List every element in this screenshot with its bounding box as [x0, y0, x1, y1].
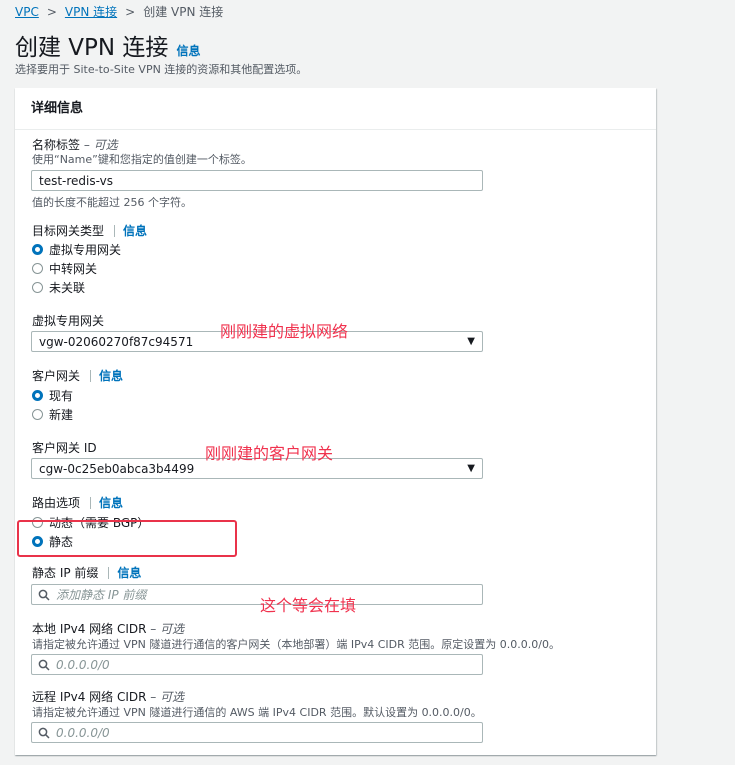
divider [90, 369, 92, 382]
customer-gateway-label: 客户网关 信息 [32, 367, 123, 384]
chevron-right-icon: > [46, 4, 57, 19]
radio-option-existing[interactable]: 现有 [32, 386, 73, 405]
routing-options-info-link[interactable]: 信息 [99, 494, 123, 511]
routing-options-label-text: 路由选项 [32, 496, 81, 510]
radio-unselected-icon[interactable] [32, 263, 43, 274]
select-value: cgw-0c25eb0abca3b4499 [39, 461, 195, 476]
select-value: vgw-02060270f87c94571 [39, 334, 194, 349]
page-title-row: 创建 VPN 连接 信息 [15, 28, 200, 62]
customer-gateway-id-label: 客户网关 ID [32, 441, 97, 455]
divider [108, 566, 110, 579]
target-gateway-type-label: 目标网关类型 信息 [32, 222, 147, 239]
input-placeholder: 0.0.0.0/0 [56, 657, 110, 672]
local-cidr-label-text: 本地 IPv4 网络 CIDR [32, 622, 147, 636]
customer-gateway-radio-group: 现有 新建 [32, 386, 73, 424]
input-placeholder: 0.0.0.0/0 [56, 725, 110, 740]
optional-text: – 可选 [146, 622, 185, 636]
remote-cidr-input[interactable]: 0.0.0.0/0 [31, 722, 483, 743]
local-cidr-description: 请指定被允许通过 VPN 隧道进行通信的客户网关（本地部署）端 IPv4 CID… [32, 638, 560, 651]
target-gateway-type-label-text: 目标网关类型 [32, 224, 105, 238]
caret-down-icon: ▼ [467, 463, 475, 474]
radio-option-not-associated[interactable]: 未关联 [32, 278, 121, 297]
name-tag-input[interactable] [31, 170, 483, 191]
virtual-private-gateway-label: 虚拟专用网关 [32, 314, 105, 328]
radio-label: 现有 [49, 389, 74, 403]
remote-cidr-description: 请指定被允许通过 VPN 隧道进行通信的 AWS 端 IPv4 CIDR 范围。… [32, 706, 482, 719]
radio-label: 未关联 [49, 281, 86, 295]
annotation-vgw: 刚刚建的虚拟网络 [220, 322, 349, 341]
remote-cidr-label-text: 远程 IPv4 网络 CIDR [32, 690, 147, 704]
divider [90, 496, 92, 509]
search-icon [38, 727, 50, 739]
static-ip-prefixes-label: 静态 IP 前缀 信息 [32, 564, 141, 581]
panel-header: 详细信息 [15, 88, 656, 130]
name-tag-description: 使用“Name”键和您指定的值创建一个标签。 [32, 153, 252, 166]
search-icon [38, 659, 50, 671]
name-tag-constraint: 值的长度不能超过 256 个字符。 [32, 196, 192, 209]
annotation-prefix: 这个等会在填 [260, 596, 357, 615]
breadcrumb-vpc[interactable]: VPC [15, 5, 39, 19]
page-info-link[interactable]: 信息 [176, 42, 200, 59]
radio-label: 中转网关 [49, 262, 98, 276]
search-icon [38, 589, 50, 601]
static-ip-prefixes-input[interactable]: 添加静态 IP 前缀 [31, 584, 483, 605]
remote-cidr-label: 远程 IPv4 网络 CIDR – 可选 [32, 688, 184, 705]
radio-unselected-icon[interactable] [32, 409, 43, 420]
annotation-highlight-box [17, 520, 237, 557]
local-cidr-label: 本地 IPv4 网络 CIDR – 可选 [32, 620, 184, 637]
customer-gateway-info-link[interactable]: 信息 [99, 367, 123, 384]
radio-label: 新建 [49, 408, 74, 422]
radio-option-transit-gateway[interactable]: 中转网关 [32, 259, 121, 278]
customer-gateway-label-text: 客户网关 [32, 369, 81, 383]
name-tag-label-text: 名称标签 [32, 138, 81, 152]
target-gateway-type-info-link[interactable]: 信息 [123, 222, 147, 239]
routing-options-label: 路由选项 信息 [32, 494, 123, 511]
static-ip-prefixes-info-link[interactable]: 信息 [117, 564, 141, 581]
breadcrumb: VPC > VPN 连接 > 创建 VPN 连接 [15, 3, 223, 20]
chevron-right-icon: > [125, 4, 136, 19]
radio-unselected-icon[interactable] [32, 282, 43, 293]
breadcrumb-vpn-connections[interactable]: VPN 连接 [65, 3, 117, 20]
page-subtitle: 选择要用于 Site-to-Site VPN 连接的资源和其他配置选项。 [15, 63, 308, 76]
radio-option-virtual-private-gateway[interactable]: 虚拟专用网关 [32, 240, 121, 259]
page-title: 创建 VPN 连接 [15, 35, 169, 61]
radio-label: 虚拟专用网关 [49, 243, 122, 257]
annotation-cgw: 刚刚建的客户网关 [205, 444, 334, 463]
input-placeholder: 添加静态 IP 前缀 [56, 588, 147, 602]
radio-option-new[interactable]: 新建 [32, 405, 73, 424]
static-ip-prefixes-label-text: 静态 IP 前缀 [32, 566, 99, 580]
divider [114, 224, 116, 237]
target-gateway-type-radio-group: 虚拟专用网关 中转网关 未关联 [32, 240, 121, 297]
local-cidr-input[interactable]: 0.0.0.0/0 [31, 654, 483, 675]
radio-selected-icon[interactable] [32, 244, 43, 255]
caret-down-icon: ▼ [467, 336, 475, 347]
radio-selected-icon[interactable] [32, 390, 43, 401]
optional-text: – 可选 [80, 138, 118, 152]
optional-text: – 可选 [146, 690, 185, 704]
breadcrumb-current: 创建 VPN 连接 [143, 5, 224, 19]
